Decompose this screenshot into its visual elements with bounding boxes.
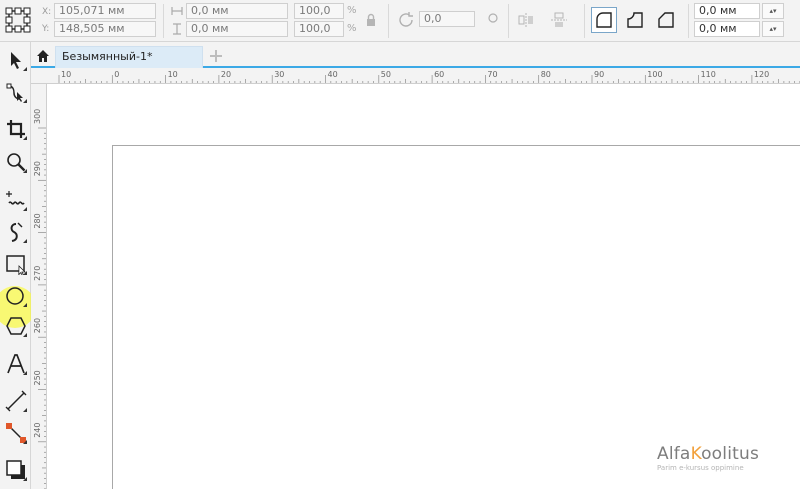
flyout-indicator (23, 271, 27, 275)
ruler-label: 40 (328, 70, 338, 79)
ruler-label: 290 (33, 161, 42, 176)
corner-radius-bottom-field[interactable]: 0,0 мм (694, 21, 760, 37)
separator (508, 4, 509, 38)
ruler-label: 90 (594, 70, 604, 79)
toolbox (0, 42, 36, 489)
percent-label-y: % (347, 23, 357, 34)
object-origin-icon[interactable] (3, 5, 33, 35)
brand-accent: K (690, 444, 702, 464)
chamfered-corner-icon[interactable] (653, 7, 679, 33)
document-page[interactable] (112, 145, 800, 489)
flyout-indicator (23, 477, 27, 481)
percent-label-x: % (347, 5, 357, 16)
document-tab-bar: Безымянный-1* (31, 42, 800, 68)
pick-tool[interactable] (2, 46, 29, 73)
ruler-label: 30 (274, 70, 284, 79)
brand-name: AlfaKoolitus (657, 444, 759, 464)
mirror-vertical-icon[interactable] (549, 10, 569, 30)
tab-document[interactable]: Безымянный-1* (55, 46, 203, 68)
flyout-indicator (23, 303, 27, 307)
rectangle-tool[interactable] (2, 250, 29, 277)
alfakoolitus-logo: AlfaKoolitus Parim e-kursus oppimine (657, 444, 759, 473)
ruler-label: 260 (33, 318, 42, 333)
ruler-label: 270 (33, 266, 42, 281)
ruler-label: 60 (434, 70, 444, 79)
lock-ratio-icon[interactable] (364, 12, 378, 28)
round-corner-icon[interactable] (591, 7, 617, 33)
flyout-indicator (23, 371, 27, 375)
rotation-field[interactable]: 0,0 (419, 11, 475, 27)
shape-tool[interactable] (2, 78, 29, 105)
flyout-indicator (23, 440, 27, 444)
ruler-label: 240 (33, 423, 42, 438)
brand-tagline: Parim e-kursus oppimine (657, 464, 744, 472)
ruler-label: 280 (33, 213, 42, 228)
corner-radius-top-field[interactable]: 0,0 мм (694, 3, 760, 19)
flyout-indicator (23, 99, 27, 103)
polygon-tool[interactable] (2, 312, 29, 339)
horizontal-ruler-ticks: 100102030405060708090100110120130140 (58, 70, 800, 83)
width-icon (170, 4, 184, 18)
flyout-indicator (23, 67, 27, 71)
flyout-indicator (23, 136, 27, 140)
y-label: Y: (42, 24, 50, 34)
ruler-label: 120 (754, 70, 769, 79)
drawing-canvas[interactable] (48, 85, 800, 489)
y-position-field[interactable]: 148,505 мм (54, 21, 156, 37)
scalloped-corner-icon[interactable] (622, 7, 648, 33)
ruler-label: 250 (33, 370, 42, 385)
ruler-label: 110 (701, 70, 716, 79)
flyout-indicator (23, 333, 27, 337)
ruler-label: 100 (647, 70, 662, 79)
flyout-indicator (23, 239, 27, 243)
vertical-ruler-ticks: 300 290 280 270 260 250 240 (33, 109, 46, 489)
dimension-tool[interactable] (2, 387, 29, 414)
x-label: X: (42, 7, 52, 17)
ruler-label: 10 (168, 70, 178, 79)
height-field[interactable]: 0,0 мм (186, 21, 288, 37)
ellipse-tool[interactable] (2, 282, 29, 309)
ruler-label: 0 (114, 70, 119, 79)
flyout-indicator (23, 408, 27, 412)
crop-tool[interactable] (2, 115, 29, 142)
property-bar: X: Y: 105,071 мм 148,505 мм 0,0 мм 0,0 м… (0, 0, 800, 42)
vertical-ruler[interactable]: 300 290 280 270 260 250 240 (31, 84, 47, 489)
scale-y-field[interactable]: 100,0 (294, 21, 344, 37)
new-document-tab[interactable] (207, 47, 225, 65)
x-position-field[interactable]: 105,071 мм (54, 3, 156, 19)
ruler-label: 20 (221, 70, 231, 79)
ruler-label: 300 (33, 109, 42, 124)
brand-suffix: oolitus (701, 444, 760, 464)
separator (388, 4, 389, 38)
zoom-tool[interactable] (2, 148, 29, 175)
flyout-indicator (23, 207, 27, 211)
scale-x-field[interactable]: 100,0 (294, 3, 344, 19)
mirror-horizontal-icon[interactable] (516, 10, 536, 30)
horizontal-ruler[interactable]: 100102030405060708090100110120130140 (31, 68, 800, 84)
connector-tool[interactable] (2, 419, 29, 446)
ruler-label: 50 (381, 70, 391, 79)
spin-bottom-icon[interactable]: ▴▾ (762, 21, 784, 37)
separator (584, 4, 585, 38)
height-icon (170, 22, 184, 36)
welcome-home-tab[interactable] (33, 46, 53, 66)
plus-icon (210, 50, 222, 62)
flyout-indicator (23, 169, 27, 173)
ruler-label: 10 (61, 70, 71, 79)
brand-prefix: Alfa (657, 444, 691, 464)
freehand-tool[interactable] (2, 186, 29, 213)
spin-top-icon[interactable]: ▴▾ (762, 3, 784, 19)
artistic-media-tool[interactable] (2, 218, 29, 245)
separator (163, 4, 164, 38)
text-tool[interactable] (2, 350, 29, 377)
drop-shadow-tool[interactable] (2, 456, 29, 483)
width-field[interactable]: 0,0 мм (186, 3, 288, 19)
ruler-label: 70 (487, 70, 497, 79)
ruler-label: 80 (541, 70, 551, 79)
rotate-icon (396, 10, 416, 30)
rotation-center-icon[interactable] (486, 11, 500, 25)
pick-tool-icon (10, 51, 21, 69)
separator (688, 4, 689, 38)
home-icon (37, 50, 49, 62)
